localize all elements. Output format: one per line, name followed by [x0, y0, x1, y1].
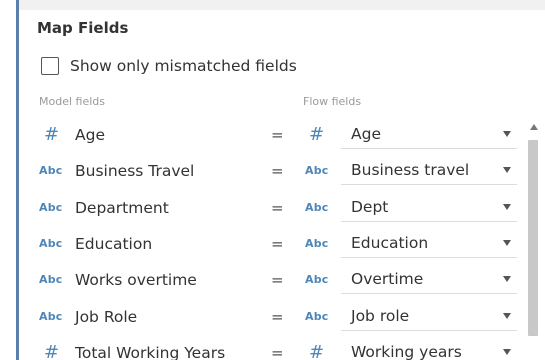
- flow-field-value: Working years: [351, 342, 462, 360]
- abc-icon: Abc: [39, 236, 63, 250]
- flow-field-select[interactable]: Business travel: [341, 156, 517, 186]
- model-field-name: Job Role: [75, 307, 138, 326]
- abc-icon: Abc: [39, 309, 63, 323]
- abc-icon: Abc: [305, 200, 329, 214]
- model-field-name: Total Working Years: [75, 343, 226, 360]
- hash-icon: #: [309, 124, 325, 145]
- abc-icon: Abc: [305, 273, 329, 287]
- hash-icon: #: [44, 341, 60, 360]
- abc-icon: Abc: [305, 164, 329, 178]
- flow-field-select[interactable]: Working years: [341, 338, 517, 360]
- scroll-up-arrow-icon[interactable]: [530, 124, 538, 130]
- list-scrollbar[interactable]: [527, 124, 541, 360]
- show-mismatched-label[interactable]: Show only mismatched fields: [70, 57, 297, 75]
- flow-field-value: Age: [351, 125, 381, 143]
- equals-sign: =: [271, 343, 284, 360]
- hash-icon: #: [44, 124, 60, 145]
- field-mapping-row: Abc Job Role = Abc Job role: [0, 299, 545, 335]
- abc-icon: Abc: [39, 200, 63, 214]
- chevron-down-icon[interactable]: [503, 131, 511, 137]
- equals-sign: =: [271, 271, 284, 290]
- flow-field-select[interactable]: Job role: [341, 302, 517, 331]
- chevron-down-icon[interactable]: [503, 239, 511, 246]
- model-field-name: Department: [75, 198, 169, 217]
- flow-fields-header: Flow fields: [303, 95, 362, 108]
- chevron-down-icon[interactable]: [503, 348, 511, 355]
- flow-field-value: Overtime: [351, 270, 424, 289]
- equals-sign: =: [271, 198, 284, 217]
- flow-field-value: Education: [351, 233, 429, 252]
- flow-field-select[interactable]: Age: [341, 120, 517, 149]
- field-mapping-row: Abc Education = Abc Education: [0, 226, 545, 262]
- flow-field-value: Job role: [351, 306, 410, 325]
- field-mapping-row: Abc Department = Abc Dept: [0, 190, 545, 226]
- equals-sign: =: [271, 234, 284, 253]
- field-mapping-row: # Age = # Age: [0, 117, 545, 153]
- flow-field-value: Business travel: [351, 161, 470, 180]
- abc-icon: Abc: [39, 164, 63, 178]
- model-field-name: Business Travel: [75, 162, 195, 181]
- flow-field-select[interactable]: Education: [341, 229, 517, 258]
- flow-field-select[interactable]: Overtime: [341, 265, 517, 295]
- field-mapping-row: # Total Working Years = # Working years: [0, 335, 545, 360]
- model-field-name: Works overtime: [75, 271, 197, 290]
- chevron-down-icon[interactable]: [503, 276, 511, 283]
- panel-top-band: [19, 0, 545, 10]
- show-mismatched-checkbox[interactable]: [41, 57, 59, 75]
- chevron-down-icon[interactable]: [503, 312, 511, 319]
- map-fields-panel: Map Fields Show only mismatched fields M…: [0, 0, 545, 360]
- show-mismatched-toggle[interactable]: Show only mismatched fields: [41, 55, 297, 77]
- model-field-name: Age: [75, 126, 105, 144]
- abc-icon: Abc: [39, 273, 63, 287]
- equals-sign: =: [271, 162, 284, 181]
- chevron-down-icon[interactable]: [503, 203, 511, 210]
- model-field-name: Education: [75, 234, 153, 253]
- flow-field-value: Dept: [351, 197, 389, 216]
- field-mapping-row: Abc Works overtime = Abc Overtime: [0, 262, 545, 298]
- equals-sign: =: [271, 126, 284, 144]
- hash-icon: #: [309, 341, 325, 360]
- panel-title: Map Fields: [37, 19, 129, 37]
- abc-icon: Abc: [305, 309, 329, 323]
- abc-icon: Abc: [305, 236, 329, 250]
- flow-field-select[interactable]: Dept: [341, 193, 517, 222]
- chevron-down-icon[interactable]: [503, 167, 511, 174]
- field-mapping-row: Abc Business Travel = Abc Business travel: [0, 153, 545, 189]
- scrollbar-thumb[interactable]: [528, 140, 538, 336]
- model-fields-header: Model fields: [39, 95, 105, 108]
- equals-sign: =: [271, 307, 284, 326]
